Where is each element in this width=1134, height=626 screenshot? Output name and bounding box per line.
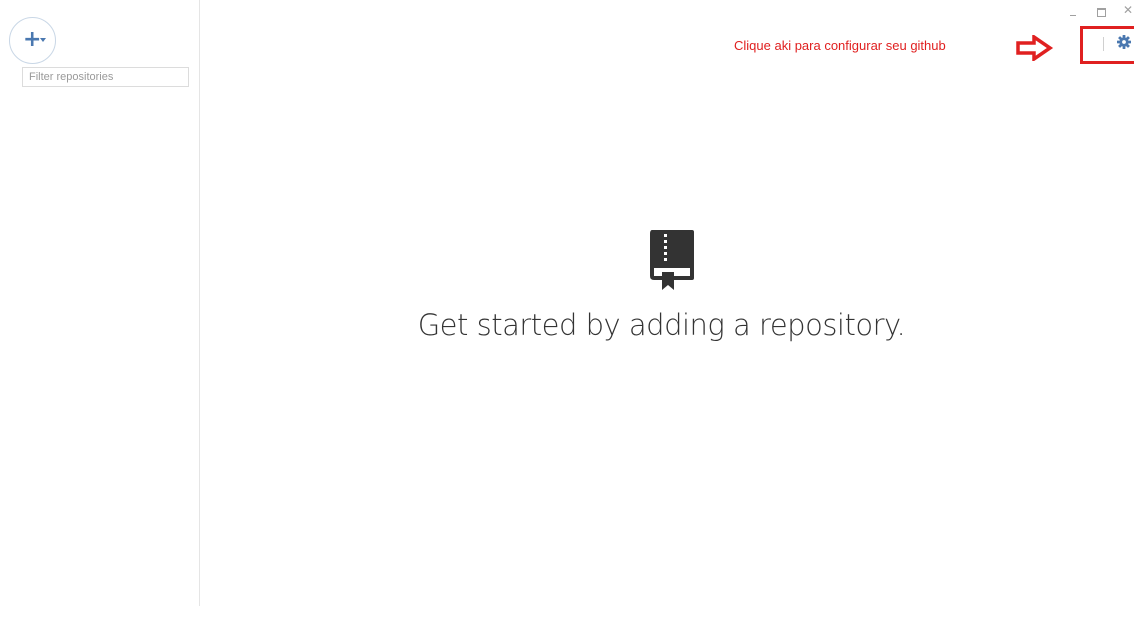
arrow-right-icon bbox=[1016, 35, 1054, 61]
maximize-icon bbox=[1097, 8, 1106, 17]
close-icon: ✕ bbox=[1122, 3, 1134, 17]
empty-state: Get started by adding a repository. bbox=[200, 228, 1134, 342]
minimize-icon bbox=[1070, 15, 1076, 16]
plus-icon: + bbox=[23, 27, 42, 52]
add-repository-button[interactable]: + bbox=[9, 17, 56, 64]
gear-icon[interactable] bbox=[1116, 34, 1132, 50]
repository-book-icon bbox=[650, 230, 694, 290]
caret-down-icon bbox=[40, 38, 46, 42]
maximize-button[interactable] bbox=[1094, 2, 1110, 18]
annotation-text: Clique aki para configurar seu github bbox=[734, 38, 946, 53]
app-window: + ✕ Clique aki para configurar seu githu… bbox=[0, 0, 1134, 626]
empty-state-message: Get started by adding a repository. bbox=[417, 308, 906, 342]
sidebar: + bbox=[0, 0, 200, 606]
close-button[interactable]: ✕ bbox=[1120, 2, 1134, 18]
filter-repositories-input[interactable] bbox=[22, 67, 189, 87]
minimize-button[interactable] bbox=[1067, 2, 1083, 18]
toolbar-divider bbox=[1103, 37, 1104, 51]
